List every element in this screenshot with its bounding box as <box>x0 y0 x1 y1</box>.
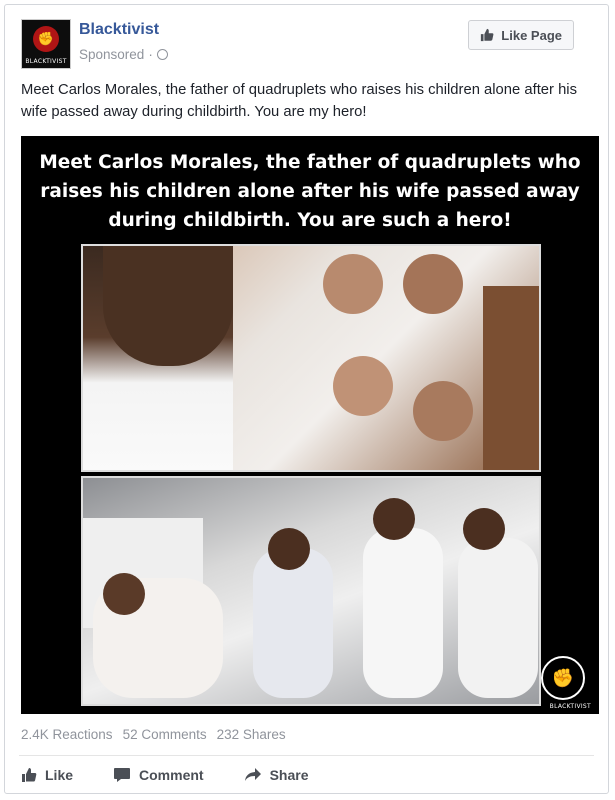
like-button[interactable]: Like <box>21 767 73 783</box>
globe-icon[interactable] <box>156 49 168 60</box>
avatar-label: BLACKTIVIST <box>25 58 67 65</box>
meta-separator: · <box>148 47 153 62</box>
sponsored-label[interactable]: Sponsored <box>79 47 144 62</box>
photo-father-with-babies <box>81 244 541 472</box>
post-stats: 2.4K Reactions 52 Comments 232 Shares <box>21 727 286 742</box>
share-button[interactable]: Share <box>244 767 309 783</box>
page-avatar[interactable]: ✊ BLACKTIVIST <box>21 19 71 69</box>
image-caption: Meet Carlos Morales, the father of quadr… <box>39 152 581 231</box>
watermark-label: BLACKTIVIST <box>549 703 591 710</box>
post-meta: Sponsored · <box>79 47 168 62</box>
post-text: Meet Carlos Morales, the father of quadr… <box>21 82 577 120</box>
comment-button[interactable]: Comment <box>113 767 204 783</box>
reactions-count[interactable]: 2.4K Reactions <box>21 727 113 742</box>
like-label: Like <box>45 767 74 783</box>
like-page-button[interactable]: Like Page <box>468 20 574 50</box>
comments-count[interactable]: 52 Comments <box>123 727 207 742</box>
fist-icon: ✊ <box>33 26 59 52</box>
shares-count[interactable]: 232 Shares <box>217 727 286 742</box>
post-actions: Like Comment Share <box>21 767 349 783</box>
post-image[interactable]: Meet Carlos Morales, the father of quadr… <box>21 136 599 714</box>
fist-icon: ✊ <box>541 656 585 700</box>
thumbs-up-icon <box>480 28 494 42</box>
thumbs-up-icon <box>21 767 37 783</box>
post-card: ✊ BLACKTIVIST Blacktivist Sponsored · Li… <box>4 4 609 794</box>
comment-icon <box>113 767 131 783</box>
page-name-link[interactable]: Blacktivist <box>79 21 159 39</box>
comment-label: Comment <box>139 767 204 783</box>
like-page-label: Like Page <box>501 27 562 43</box>
share-label: Share <box>269 767 309 783</box>
divider <box>19 755 594 756</box>
photo-sleeping-toddlers <box>81 476 541 706</box>
share-icon <box>244 767 262 783</box>
